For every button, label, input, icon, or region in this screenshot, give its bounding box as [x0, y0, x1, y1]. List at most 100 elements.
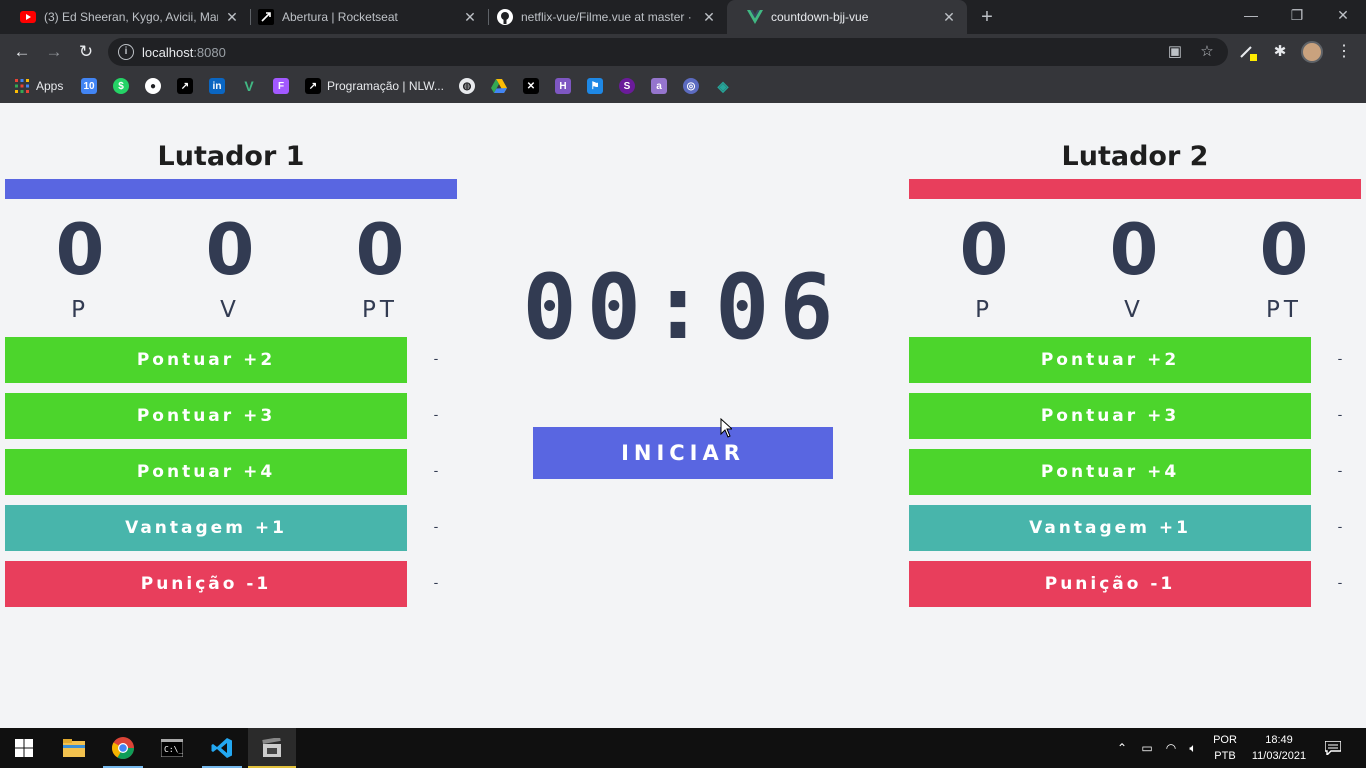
bookmark-rocketseat[interactable]: ↗ [177, 76, 193, 96]
reload-icon[interactable]: ↻ [74, 40, 98, 64]
apps-grid-icon [14, 78, 30, 94]
video-editor-icon[interactable] [248, 728, 296, 768]
whatsapp-icon: $ [113, 78, 129, 94]
close-tab-icon[interactable]: ✕ [462, 9, 478, 26]
windows-start-icon[interactable] [0, 728, 48, 768]
score-label: PT [1266, 297, 1302, 323]
score-value: 0 [959, 209, 1009, 291]
fighter-2-vantagem-value: - [1337, 520, 1343, 535]
bookmark-apps[interactable]: Apps [14, 76, 63, 96]
fighter-1-pontuar-4-button[interactable]: Pontuar +4 [5, 449, 407, 495]
bookmark-drive[interactable] [491, 76, 507, 96]
minimize-icon[interactable]: — [1228, 0, 1274, 30]
new-tab-icon[interactable]: + [977, 7, 997, 27]
close-window-icon[interactable]: ✕ [1320, 0, 1366, 30]
bookmark-s[interactable]: S [619, 76, 635, 96]
countdown-timer: 00:06 [522, 255, 844, 360]
address-bar[interactable]: i localhost:8080 ▣ ☆ [108, 38, 1228, 66]
fighter-1-score-v: 0 V [155, 211, 305, 323]
fighter-2-score-v: 0 V [1059, 211, 1209, 323]
x-logo-icon: ✕ [523, 78, 539, 94]
figma-icon: F [273, 78, 289, 94]
rocketseat-icon: ↗ [177, 78, 193, 94]
language-code: POR [1213, 734, 1237, 746]
fighter-1-vantagem-button[interactable]: Vantagem +1 [5, 505, 407, 551]
tab-countdown-bjj-vue[interactable]: countdown-bjj-vue ✕ [727, 0, 967, 34]
close-tab-icon[interactable]: ✕ [701, 9, 717, 26]
score-label: P [975, 297, 993, 323]
url-text[interactable]: localhost:8080 [142, 45, 226, 60]
fighter-1-score-pt: 0 PT [305, 211, 455, 323]
bookmark-figma[interactable]: F [273, 76, 289, 96]
windows-taskbar: C:\_ ⌃ ▭ ◠ 🔈︎ POR PTB 18:49 11/03/2021 [0, 728, 1366, 768]
vscode-icon[interactable] [198, 728, 246, 768]
bookmark-github[interactable]: ● [145, 76, 161, 96]
file-explorer-icon[interactable] [50, 728, 98, 768]
clock-time: 18:49 [1265, 734, 1293, 746]
score-value: 0 [1259, 209, 1309, 291]
fighter-2-score-pt: 0 PT [1209, 211, 1359, 323]
fighter-2-name: Lutador 2 [1061, 141, 1209, 172]
site-info-icon[interactable]: i [118, 44, 134, 60]
start-button[interactable]: INICIAR [533, 427, 833, 479]
github-icon [497, 9, 513, 25]
score-label: PT [362, 297, 398, 323]
wifi-icon[interactable]: ◠ [1162, 728, 1180, 768]
bookmark-vue[interactable]: V [241, 76, 257, 96]
fighter-2-vantagem-button[interactable]: Vantagem +1 [909, 505, 1311, 551]
terminal-icon[interactable]: C:\_ [148, 728, 196, 768]
profile-avatar[interactable] [1301, 41, 1323, 63]
system-clock[interactable]: 18:49 11/03/2021 [1246, 732, 1312, 764]
fighter-1-punicao-value: - [433, 576, 439, 591]
fighter-2-punicao-value: - [1337, 576, 1343, 591]
fighter-2-color-bar [909, 179, 1361, 199]
bookmark-globe[interactable]: ◍ [459, 76, 475, 96]
tab-github[interactable]: netflix-vue/Filme.vue at master · f ✕ [477, 0, 727, 34]
show-hidden-icons-chevron[interactable]: ⌃ [1114, 728, 1130, 768]
bookmark-diamond[interactable]: ◈ [715, 76, 731, 96]
bookmark-x[interactable]: ✕ [523, 76, 539, 96]
fighter-2-pontuar-2-button[interactable]: Pontuar +2 [909, 337, 1311, 383]
close-tab-icon[interactable]: ✕ [941, 9, 957, 26]
tab-rocketseat[interactable]: Abertura | Rocketseat ✕ [238, 0, 488, 34]
fighter-1-pontuar-2-button[interactable]: Pontuar +2 [5, 337, 407, 383]
fighter-2-punicao-button[interactable]: Punição -1 [909, 561, 1311, 607]
bookmarks-bar: Apps 10 $ ● ↗ in V F ↗ Programação | NLW… [0, 70, 1366, 103]
bookmark-calendar[interactable]: 10 [81, 76, 97, 96]
tab-youtube[interactable]: (3) Ed Sheeran, Kygo, Avicii, Martin ✕ [0, 0, 250, 34]
bookmark-a[interactable]: a [651, 76, 667, 96]
bookmark-search[interactable]: ◎ [683, 76, 699, 96]
bookmark-linkedin[interactable]: in [209, 76, 225, 96]
fighter-1-score-p: 0 P [5, 211, 155, 323]
google-drive-icon [491, 78, 507, 94]
fighter-1-pontuar-3-button[interactable]: Pontuar +3 [5, 393, 407, 439]
fighter-2-pontuar-2-value: - [1337, 352, 1343, 367]
input-language[interactable]: POR PTB [1208, 732, 1242, 764]
fighter-2-pontuar-3-button[interactable]: Pontuar +3 [909, 393, 1311, 439]
bookmark-flag[interactable]: ⚑ [587, 76, 603, 96]
fighter-2-pontuar-4-button[interactable]: Pontuar +4 [909, 449, 1311, 495]
volume-icon[interactable]: 🔈︎ [1184, 728, 1202, 768]
tab-title: Abertura | Rocketseat [282, 10, 398, 24]
pen-extension-icon[interactable] [1238, 42, 1258, 62]
bookmark-star-icon[interactable]: ☆ [1198, 43, 1216, 61]
bookmark-hostinger[interactable]: H [555, 76, 571, 96]
url-port: :8080 [193, 45, 226, 60]
qr-code-icon[interactable]: ▣ [1166, 43, 1184, 61]
restore-icon[interactable]: ❐ [1274, 0, 1320, 30]
tab-title: netflix-vue/Filme.vue at master · f [521, 10, 695, 24]
bookmark-whatsapp[interactable]: $ [113, 76, 129, 96]
battery-icon[interactable]: ▭ [1138, 728, 1156, 768]
bookmark-programacao-nlw[interactable]: ↗ Programação | NLW... [305, 76, 444, 96]
a-logo-icon: a [651, 78, 667, 94]
forward-arrow-icon[interactable]: → [42, 40, 66, 64]
fighter-1-punicao-button[interactable]: Punição -1 [5, 561, 407, 607]
vue-icon: V [244, 78, 254, 94]
back-arrow-icon[interactable]: ← [10, 40, 34, 64]
extensions-puzzle-icon[interactable]: ✱ [1270, 42, 1290, 62]
browser-menu-icon[interactable]: ⋮ [1336, 42, 1352, 62]
notifications-icon[interactable] [1322, 728, 1344, 768]
fighter-2-pontuar-3-value: - [1337, 408, 1343, 423]
github-icon: ● [145, 78, 161, 94]
chrome-icon[interactable] [99, 728, 147, 768]
